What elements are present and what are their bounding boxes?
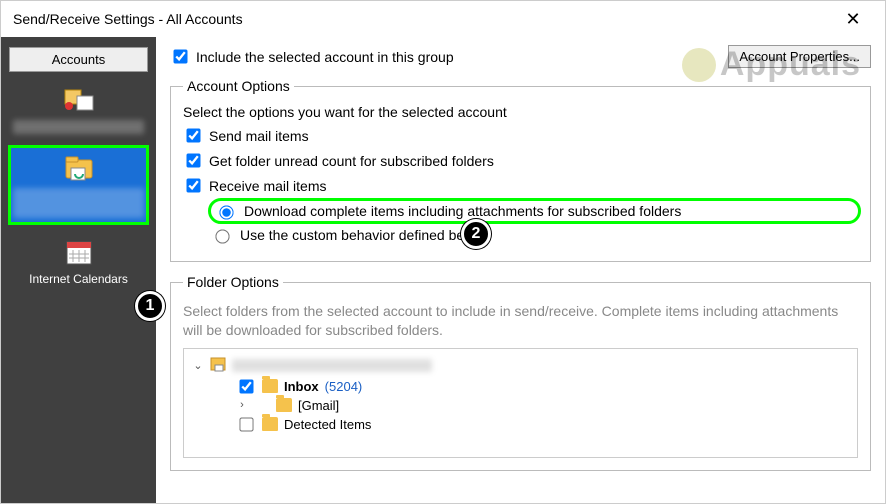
sidebar-item-label: Internet Calendars <box>29 272 128 286</box>
tree-root[interactable]: ⌄ <box>192 355 849 376</box>
datafile-icon <box>210 356 226 375</box>
chevron-down-icon[interactable]: ⌄ <box>192 359 204 372</box>
sidebar-account-2[interactable] <box>9 146 148 224</box>
custom-behavior-radio[interactable] <box>215 229 229 243</box>
tree-gmail[interactable]: › [Gmail] <box>192 397 849 414</box>
calendar-icon <box>63 236 95 268</box>
account-options-legend: Account Options <box>183 78 294 94</box>
sidebar-account-1-label <box>13 120 144 134</box>
include-account-checkbox[interactable]: Include the selected account in this gro… <box>170 47 454 66</box>
account-properties-button[interactable]: Account Properties... <box>728 45 871 68</box>
folder-icon <box>262 417 278 431</box>
folder-options-legend: Folder Options <box>183 274 283 290</box>
close-icon[interactable]: ✕ <box>833 9 873 30</box>
custom-behavior-radio-row[interactable]: Use the custom behavior defined below <box>211 227 858 243</box>
account-options-hint: Select the options you want for the sele… <box>183 104 858 120</box>
sidebar-header: Accounts <box>9 47 148 72</box>
custom-behavior-label: Use the custom behavior defined below <box>240 227 485 243</box>
accounts-sidebar: Accounts Internet Calendars <box>1 37 156 503</box>
folder-icon <box>262 379 278 393</box>
gmail-label: [Gmail] <box>298 398 339 413</box>
download-complete-label: Download complete items including attach… <box>244 203 681 219</box>
inbox-count: (5204) <box>325 379 363 394</box>
window-title: Send/Receive Settings - All Accounts <box>13 11 833 27</box>
receive-mail-checkbox[interactable] <box>186 178 200 192</box>
inbox-label: Inbox <box>284 379 319 394</box>
tree-inbox[interactable]: Inbox (5204) <box>192 376 849 397</box>
folder-options-hint: Select folders from the selected account… <box>183 302 858 340</box>
detected-label: Detected Items <box>284 417 371 432</box>
sidebar-account-1[interactable] <box>9 78 148 140</box>
download-complete-radio[interactable] <box>219 205 233 219</box>
tree-detected[interactable]: Detected Items <box>192 414 849 435</box>
include-account-label: Include the selected account in this gro… <box>196 49 454 65</box>
receive-mail-label: Receive mail items <box>209 178 326 194</box>
send-mail-checkbox[interactable] <box>186 128 200 142</box>
account-icon <box>63 84 95 116</box>
folder-icon <box>276 398 292 412</box>
annotation-badge-1: 1 <box>135 291 165 321</box>
get-unread-label: Get folder unread count for subscribed f… <box>209 153 494 169</box>
tree-root-label <box>232 359 432 372</box>
folder-options-group: Folder Options Select folders from the s… <box>170 274 871 471</box>
detected-checkbox[interactable] <box>239 417 253 431</box>
get-unread-checkbox[interactable] <box>186 153 200 167</box>
annotation-badge-2: 2 <box>461 219 491 249</box>
folder-tree[interactable]: ⌄ Inbox (5204) › [Gmail] <box>183 348 858 458</box>
inbox-checkbox[interactable] <box>239 379 253 393</box>
chevron-right-icon[interactable]: › <box>236 399 248 411</box>
account-options-group: Account Options Select the options you w… <box>170 78 871 262</box>
folder-sync-icon <box>63 152 95 184</box>
sidebar-internet-calendars[interactable]: Internet Calendars <box>9 230 148 292</box>
send-mail-label: Send mail items <box>209 128 309 144</box>
sidebar-account-2-label <box>13 188 144 218</box>
download-complete-radio-row[interactable]: Download complete items including attach… <box>211 201 858 221</box>
